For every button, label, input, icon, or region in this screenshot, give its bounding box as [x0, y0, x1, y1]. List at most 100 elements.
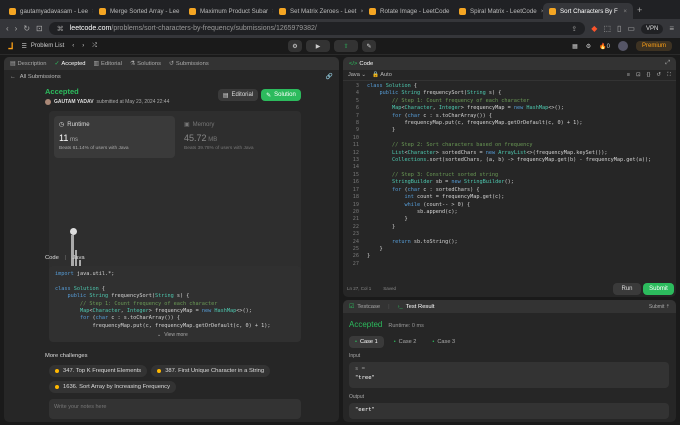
url-field[interactable]: ⌘ leetcode.com/problems/sort-characters-… [48, 22, 586, 35]
left-panel-tabs: ▤ Description ✓ Accepted ▥ Editorial ⚗ Solution… [4, 57, 339, 70]
browser-tab[interactable]: Set Matrix Zeroes - Leet × [273, 3, 363, 19]
run-top-icon[interactable]: ▶ [306, 40, 330, 52]
browser-tab[interactable]: Sort Characters By F × [543, 3, 633, 19]
memory-card[interactable]: ▣ Memory 45.72 MB Beats 39.78% of users w… [179, 116, 296, 158]
settings-icon[interactable]: ⚙ [586, 43, 591, 50]
case-tab[interactable]: • Case 3 [426, 336, 461, 348]
browser-tab[interactable]: Merge Sorted Array - Lee× [93, 3, 183, 19]
code-line: 5 // Step 1: Count frequency of each cha… [343, 98, 676, 105]
challenge-chip[interactable]: 1636. Sort Array by Increasing Frequency [49, 381, 176, 393]
difficulty-dot-icon [55, 369, 59, 373]
browser-tab-bar: gautamyadavasam - Lee×Merge Sorted Array… [0, 0, 680, 19]
language-select[interactable]: Java ⌄ [348, 72, 366, 78]
browser-tab[interactable]: Rotate Image - LeetCode× [363, 3, 453, 19]
maximize-icon[interactable]: ⤢ [665, 60, 670, 67]
challenge-chip[interactable]: 387. First Unique Character in a String [151, 365, 271, 377]
debug-icon[interactable]: ⚙ [288, 40, 302, 52]
code-line: for (char c : s.toCharArray()) { [80, 315, 180, 322]
problem-list-button[interactable]: ☰ Problem List [22, 43, 65, 50]
input-variable: s = [355, 366, 365, 372]
bookmark-icon[interactable]: ⊡ [36, 24, 43, 33]
sidebar-icon[interactable]: ▯ [617, 24, 621, 33]
submit-mini-icon[interactable]: Submit ⇡ [649, 304, 670, 310]
browser-tab[interactable]: Maximum Product Subar× [183, 3, 273, 19]
close-icon[interactable]: × [623, 8, 627, 15]
prev-problem-icon[interactable]: ‹ [72, 43, 74, 49]
line-number: 5 [355, 97, 359, 104]
forward-icon[interactable]: › [15, 24, 18, 33]
leetcode-logo-icon[interactable]: ᒧ [8, 41, 14, 52]
code-line: 10 [343, 135, 676, 142]
wallet-icon[interactable]: ▭ [627, 24, 635, 33]
site-info-icon[interactable]: ⌘ [57, 25, 64, 33]
tab-solutions[interactable]: ⚗ Solutions [130, 61, 161, 67]
back-icon[interactable]: ‹ [6, 24, 9, 33]
auto-toggle[interactable]: 🔒 Auto [372, 72, 392, 78]
input-box: s = "tree" [349, 362, 669, 388]
code-text: public String frequencySort(String s) { [379, 90, 502, 97]
case-tab[interactable]: • Case 2 [388, 336, 423, 348]
code-text: for (char c : sortedChars) { [392, 186, 480, 193]
view-more-button[interactable]: ⌄ View more [157, 332, 188, 338]
chip-icon: ▣ [184, 122, 190, 128]
result-status: Accepted [349, 320, 383, 329]
braces-icon[interactable]: {} [647, 72, 651, 78]
share-link-icon[interactable]: 🔗 [326, 74, 333, 80]
tab-accepted[interactable]: ✓ Accepted [54, 61, 85, 67]
vpn-button[interactable]: VPN [640, 23, 664, 34]
dot-icon: • [355, 339, 357, 345]
editor-header: </> Code ⤢ [343, 57, 676, 70]
challenge-chip[interactable]: 347. Top K Frequent Elements [49, 365, 148, 377]
notes-icon[interactable]: ✎ [362, 40, 376, 52]
streak-icon[interactable]: 🔥0 [599, 43, 610, 50]
run-button[interactable]: Run [613, 283, 641, 295]
submitted-time: submitted at May 23, 2024 22:44 [96, 99, 170, 105]
favicon-icon [549, 7, 556, 15]
reset-icon[interactable]: ↺ [656, 72, 661, 78]
shuffle-icon[interactable]: ⤮ [92, 43, 97, 50]
code-line: 22 } [343, 224, 676, 231]
line-number: 27 [352, 260, 359, 267]
tab-icon: ✓ [54, 60, 60, 67]
submit-top-icon[interactable]: ⇧ [334, 40, 358, 52]
share-icon[interactable]: ⇪ [571, 25, 577, 33]
solution-button[interactable]: ✎ Solution [261, 89, 301, 101]
tab-description[interactable]: ▤ Description [10, 61, 46, 67]
editorial-button[interactable]: ▤ Editorial [218, 89, 258, 101]
brave-shield-icon[interactable]: ◆ [591, 24, 597, 33]
fullscreen-icon[interactable]: ⛶ [667, 72, 671, 79]
browser-tab[interactable]: Spiral Matrix - LeetCode × [453, 3, 543, 19]
submit-button[interactable]: Submit [643, 283, 674, 295]
reload-icon[interactable]: ↻ [23, 24, 30, 33]
code-line: 27 [343, 261, 676, 268]
extension-icon[interactable]: ⬚ [603, 24, 611, 33]
layout-icon[interactable]: ▦ [572, 43, 578, 50]
runtime-beats: Beats 61.14% of users with Java [59, 146, 129, 151]
runtime-distribution-chart [63, 169, 295, 281]
case-tab[interactable]: • Case 1 [349, 336, 384, 348]
all-submissions-link[interactable]: ← All Submissions 🔗 [4, 70, 339, 84]
submitter-name[interactable]: GAUTAM YADAV [54, 99, 94, 105]
browser-tab[interactable]: gautamyadavasam - Lee× [3, 3, 93, 19]
premium-button[interactable]: Premium [635, 41, 672, 51]
code-editor[interactable]: 3 class Solution {4 public String frequen… [343, 81, 676, 277]
bookmark-code-icon[interactable]: ⊡ [636, 72, 641, 78]
notes-input[interactable]: Write your notes here [49, 399, 301, 419]
runtime-card[interactable]: ◷ Runtime 11 ms Beats 61.14% of users wit… [54, 116, 175, 158]
browser-tab-label: Maximum Product Subar [200, 7, 269, 15]
code-line: 11 // Step 2: Sort characters based on f… [343, 142, 676, 149]
code-line: 21 } [343, 216, 676, 223]
line-number: 14 [352, 164, 359, 171]
tab-testcase[interactable]: ☑ Testcase [349, 304, 380, 310]
avatar[interactable] [617, 41, 628, 51]
tab-test-result[interactable]: ›_ Test Result [398, 304, 435, 310]
tab-editorial[interactable]: ▥ Editorial [94, 61, 122, 67]
tab-submissions[interactable]: ↺ Submissions [169, 61, 209, 67]
menu-icon[interactable]: ≡ [669, 24, 674, 33]
line-number: 13 [352, 157, 359, 164]
format-icon[interactable]: ≡ [627, 72, 630, 78]
new-tab-icon[interactable]: + [637, 5, 642, 15]
next-problem-icon[interactable]: › [82, 43, 84, 49]
tab-icon: ⚗ [129, 60, 136, 67]
editor-title: Code [359, 60, 374, 67]
